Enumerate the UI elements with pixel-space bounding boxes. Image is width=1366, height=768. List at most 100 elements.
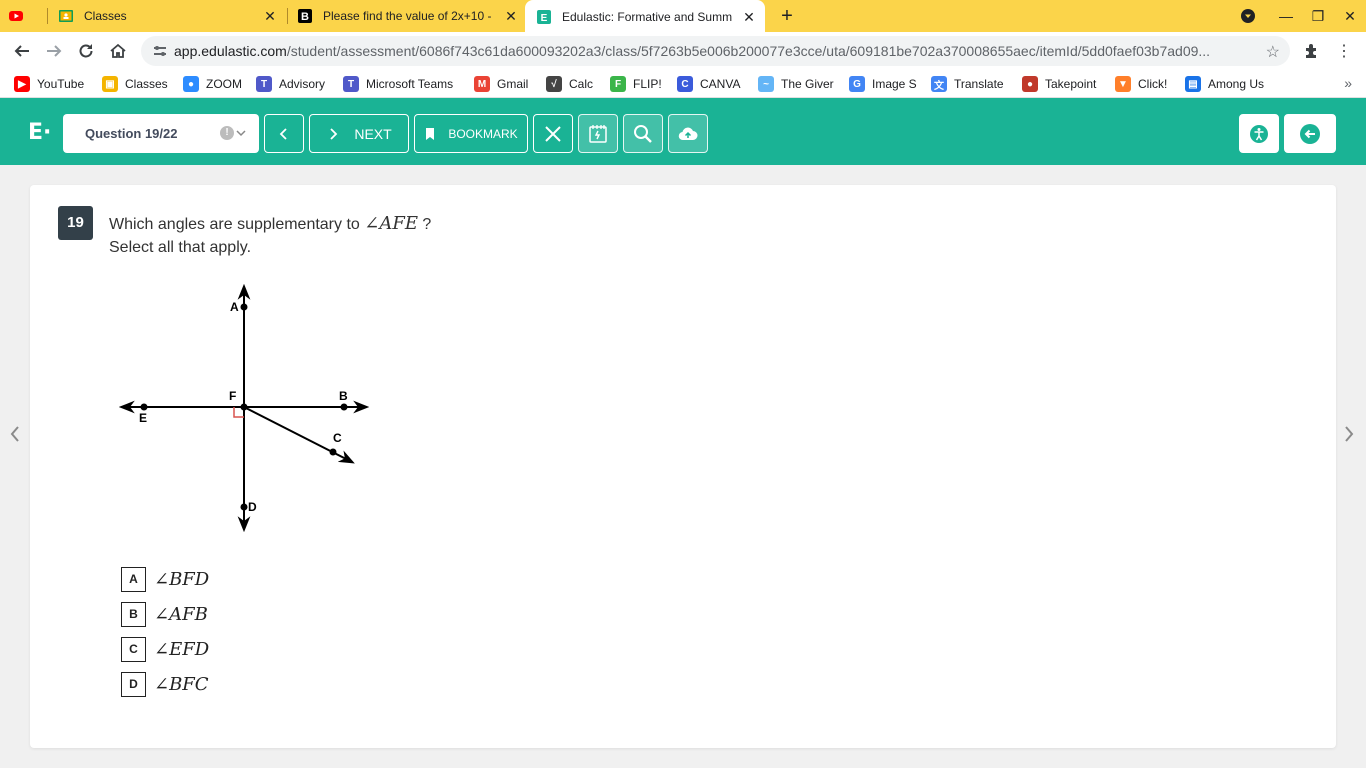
app-header: E· Question 19/22 ! NEXT BOOKMARK [0, 98, 1366, 165]
bookmark-canva[interactable]: C CANVA [677, 75, 740, 93]
bookmark-the-giver[interactable]: ~ The Giver [758, 75, 834, 93]
label-a: A [230, 300, 239, 314]
option-letter: B [121, 601, 146, 627]
option-letter: C [121, 636, 146, 662]
bookmark-label: Classes [125, 77, 168, 91]
next-button[interactable]: NEXT [309, 114, 409, 153]
exit-arrow-icon [1300, 123, 1320, 144]
bookmark-label: Click! [1138, 77, 1168, 91]
address-bar[interactable]: app.edulastic.com/student/assessment/608… [141, 36, 1290, 66]
translate-icon: 文 [931, 76, 947, 92]
bookmark-microsoft-teams[interactable]: T Microsoft Teams [343, 75, 453, 93]
cloud-upload-icon [678, 127, 698, 140]
bookmark-label: Takepoint [1045, 77, 1097, 91]
next-page-icon[interactable] [1342, 424, 1356, 450]
option-d[interactable]: D ∠BFC [121, 671, 209, 697]
tab-brainly[interactable]: B Please find the value of 2x+10 - B ✕ [297, 0, 519, 32]
bookmark-flip[interactable]: F FLIP! [610, 75, 662, 93]
close-icon [545, 125, 561, 142]
label-d: D [248, 500, 257, 514]
zoom-icon: ● [183, 76, 199, 92]
accessibility-button[interactable] [1239, 114, 1279, 153]
canva-icon: C [677, 76, 693, 92]
option-a[interactable]: A ∠BFD [121, 566, 209, 592]
close-icon[interactable]: ✕ [503, 8, 519, 24]
option-c[interactable]: C ∠EFD [121, 636, 209, 662]
bookmark-classes[interactable]: ▣ Classes [102, 75, 168, 93]
option-text: ∠AFB [154, 603, 208, 625]
bookmark-advisory[interactable]: T Advisory [256, 75, 325, 93]
exit-button[interactable] [1284, 114, 1336, 153]
close-tool-button[interactable] [533, 114, 573, 153]
label-c: C [333, 431, 342, 445]
page-icon: ▤ [1185, 76, 1201, 92]
star-icon[interactable]: ☆ [1266, 42, 1280, 62]
extensions-button[interactable] [1300, 39, 1324, 63]
bookmark-click[interactable]: ▼ Click! [1115, 75, 1167, 93]
tab-youtube[interactable] [8, 0, 46, 32]
puzzle-icon [1306, 44, 1316, 58]
chevron-right-icon [330, 127, 338, 140]
window-close-icon[interactable]: ✕ [1334, 0, 1366, 32]
zoom-button[interactable] [623, 114, 663, 153]
flip-icon: F [610, 76, 626, 92]
minimize-icon[interactable]: — [1270, 0, 1302, 32]
edulastic-icon: E [537, 9, 551, 24]
close-icon[interactable]: ✕ [741, 9, 757, 25]
new-tab-button[interactable]: + [775, 4, 799, 28]
site-info-icon[interactable] [153, 44, 167, 58]
back-button[interactable] [10, 39, 34, 63]
bookmark-calc[interactable]: √ Calc [546, 75, 593, 93]
label-f: F [229, 389, 236, 403]
teams-icon: T [256, 76, 272, 92]
more-bookmarks-icon[interactable]: » [1344, 75, 1352, 91]
previous-button[interactable] [264, 114, 304, 153]
previous-page-icon[interactable] [8, 424, 22, 450]
option-b[interactable]: B ∠AFB [121, 601, 208, 627]
question-selector-label: Question 19/22 [85, 126, 178, 141]
bookmark-icon: ~ [758, 76, 774, 92]
chevron-down-icon [236, 130, 246, 137]
bookmark-label: The Giver [781, 77, 834, 91]
option-text: ∠BFC [154, 673, 209, 695]
bookmark-youtube[interactable]: ▶ YouTube [14, 75, 84, 93]
accessibility-icon [1250, 124, 1268, 143]
bookmark-gmail[interactable]: M Gmail [474, 75, 528, 93]
question-instruction: Select all that apply. [109, 239, 252, 256]
option-text: ∠EFD [154, 638, 210, 660]
restore-icon[interactable]: ❐ [1302, 0, 1334, 32]
label-e: E [139, 411, 147, 425]
menu-button[interactable]: ⋮ [1332, 39, 1356, 63]
question-number: 19 [58, 206, 93, 240]
save-button[interactable] [668, 114, 708, 153]
bookmark-image-s[interactable]: G Image S [849, 75, 917, 93]
tab-separator [47, 8, 48, 24]
bookmark-button[interactable]: BOOKMARK [414, 114, 528, 153]
tab-edulastic[interactable]: E Edulastic: Formative and Summ ✕ [525, 0, 765, 33]
scratchpad-button[interactable] [578, 114, 618, 153]
reload-button[interactable] [74, 39, 98, 63]
back-arrow-icon [14, 45, 29, 57]
bookmark-translate[interactable]: 文 Translate [931, 75, 1004, 93]
home-button[interactable] [106, 39, 130, 63]
tab-search-icon[interactable] [1232, 0, 1264, 32]
bookmark-label: Image S [872, 77, 917, 91]
tab-classes[interactable]: Classes ✕ [58, 0, 278, 32]
forward-button[interactable] [42, 39, 66, 63]
svg-text:B: B [301, 11, 309, 23]
close-icon[interactable]: ✕ [262, 8, 278, 24]
point-f [240, 403, 248, 411]
url-host: app.edulastic.com [174, 43, 287, 59]
bookmark-takepoint[interactable]: ● Takepoint [1022, 75, 1096, 93]
bookmark-label: ZOOM [206, 77, 242, 91]
bookmark-label: CANVA [700, 77, 741, 91]
stem-math: ∠AFE [364, 213, 418, 234]
bookmark-among-us[interactable]: ▤ Among Us [1185, 75, 1264, 93]
takepoint-icon: ● [1022, 76, 1038, 92]
gmail-icon: M [474, 76, 490, 92]
forward-arrow-icon [47, 45, 62, 57]
question-selector[interactable]: Question 19/22 ! [63, 114, 259, 153]
bookmark-zoom[interactable]: ● ZOOM [183, 75, 242, 93]
svg-text:E: E [541, 13, 548, 24]
youtube-icon [9, 11, 23, 21]
